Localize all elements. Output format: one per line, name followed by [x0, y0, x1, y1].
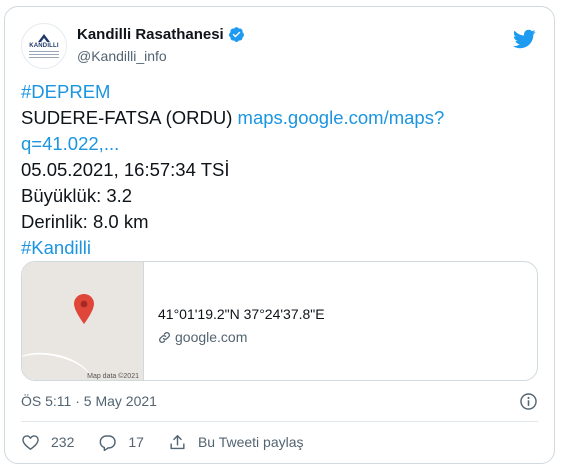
- verified-icon: [228, 27, 244, 42]
- datetime-text: 05.05.2021, 16:57:34 TSİ: [21, 159, 230, 180]
- share-icon: [170, 434, 185, 449]
- avatar[interactable]: KANDILLI: [21, 23, 67, 69]
- hashtag-deprem[interactable]: #DEPREM: [21, 81, 110, 102]
- map-thumbnail: Map data ©2021: [22, 262, 144, 380]
- user-handle[interactable]: @Kandilli_info: [77, 48, 167, 64]
- hashtag-kandilli[interactable]: #Kandilli: [21, 237, 91, 258]
- magnitude-text: Büyüklük: 3.2: [21, 185, 133, 206]
- share-button[interactable]: Bu Tweeti paylaş: [168, 433, 304, 452]
- card-domain-row: google.com: [158, 329, 325, 345]
- share-label: Bu Tweeti paylaş: [197, 434, 304, 450]
- depth-text: Derinlik: 8.0 km: [21, 211, 149, 232]
- tweet-timestamp[interactable]: ÖS 5:11 · 5 May 2021: [21, 393, 157, 409]
- divider: [21, 421, 538, 422]
- map-link[interactable]: maps.google.com/maps?: [238, 107, 445, 128]
- reply-button[interactable]: 17: [98, 433, 144, 452]
- kandilli-logo-icon: [38, 33, 50, 42]
- twitter-icon[interactable]: [512, 27, 536, 51]
- location-text: SUDERE-FATSA (ORDU): [21, 107, 238, 128]
- map-credit: Map data ©2021: [87, 373, 139, 380]
- action-bar: 232 17 Bu Tweeti paylaş: [21, 431, 328, 453]
- reply-icon: [99, 434, 117, 451]
- tweet-card: KANDILLI Kandilli Rasathanesi @Kandilli_…: [4, 6, 555, 464]
- map-pin-icon: [74, 294, 94, 324]
- map-link-continued[interactable]: q=41.022,...: [21, 133, 119, 154]
- card-info: 41°01'19.2"N 37°24'37.8"E google.com: [158, 306, 325, 345]
- display-name[interactable]: Kandilli Rasathanesi: [77, 26, 224, 43]
- map-road: [22, 346, 96, 380]
- name-row: Kandilli Rasathanesi: [77, 26, 245, 43]
- heart-icon: [22, 434, 39, 450]
- avatar-logo-subtext: [29, 50, 59, 60]
- avatar-logo-text: KANDILLI: [29, 42, 59, 49]
- info-icon[interactable]: [519, 392, 538, 411]
- like-count: 232: [51, 434, 75, 450]
- card-domain: google.com: [175, 329, 248, 345]
- like-button[interactable]: 232: [21, 433, 74, 452]
- tweet-text: #DEPREM SUDERE-FATSA (ORDU) maps.google.…: [21, 79, 481, 261]
- tweet-header: KANDILLI Kandilli Rasathanesi @Kandilli_…: [21, 21, 538, 71]
- link-icon: [159, 331, 170, 343]
- reply-count: 17: [128, 434, 144, 450]
- link-preview-card[interactable]: Map data ©2021 41°01'19.2"N 37°24'37.8"E…: [21, 261, 538, 381]
- card-coordinates: 41°01'19.2"N 37°24'37.8"E: [158, 306, 325, 322]
